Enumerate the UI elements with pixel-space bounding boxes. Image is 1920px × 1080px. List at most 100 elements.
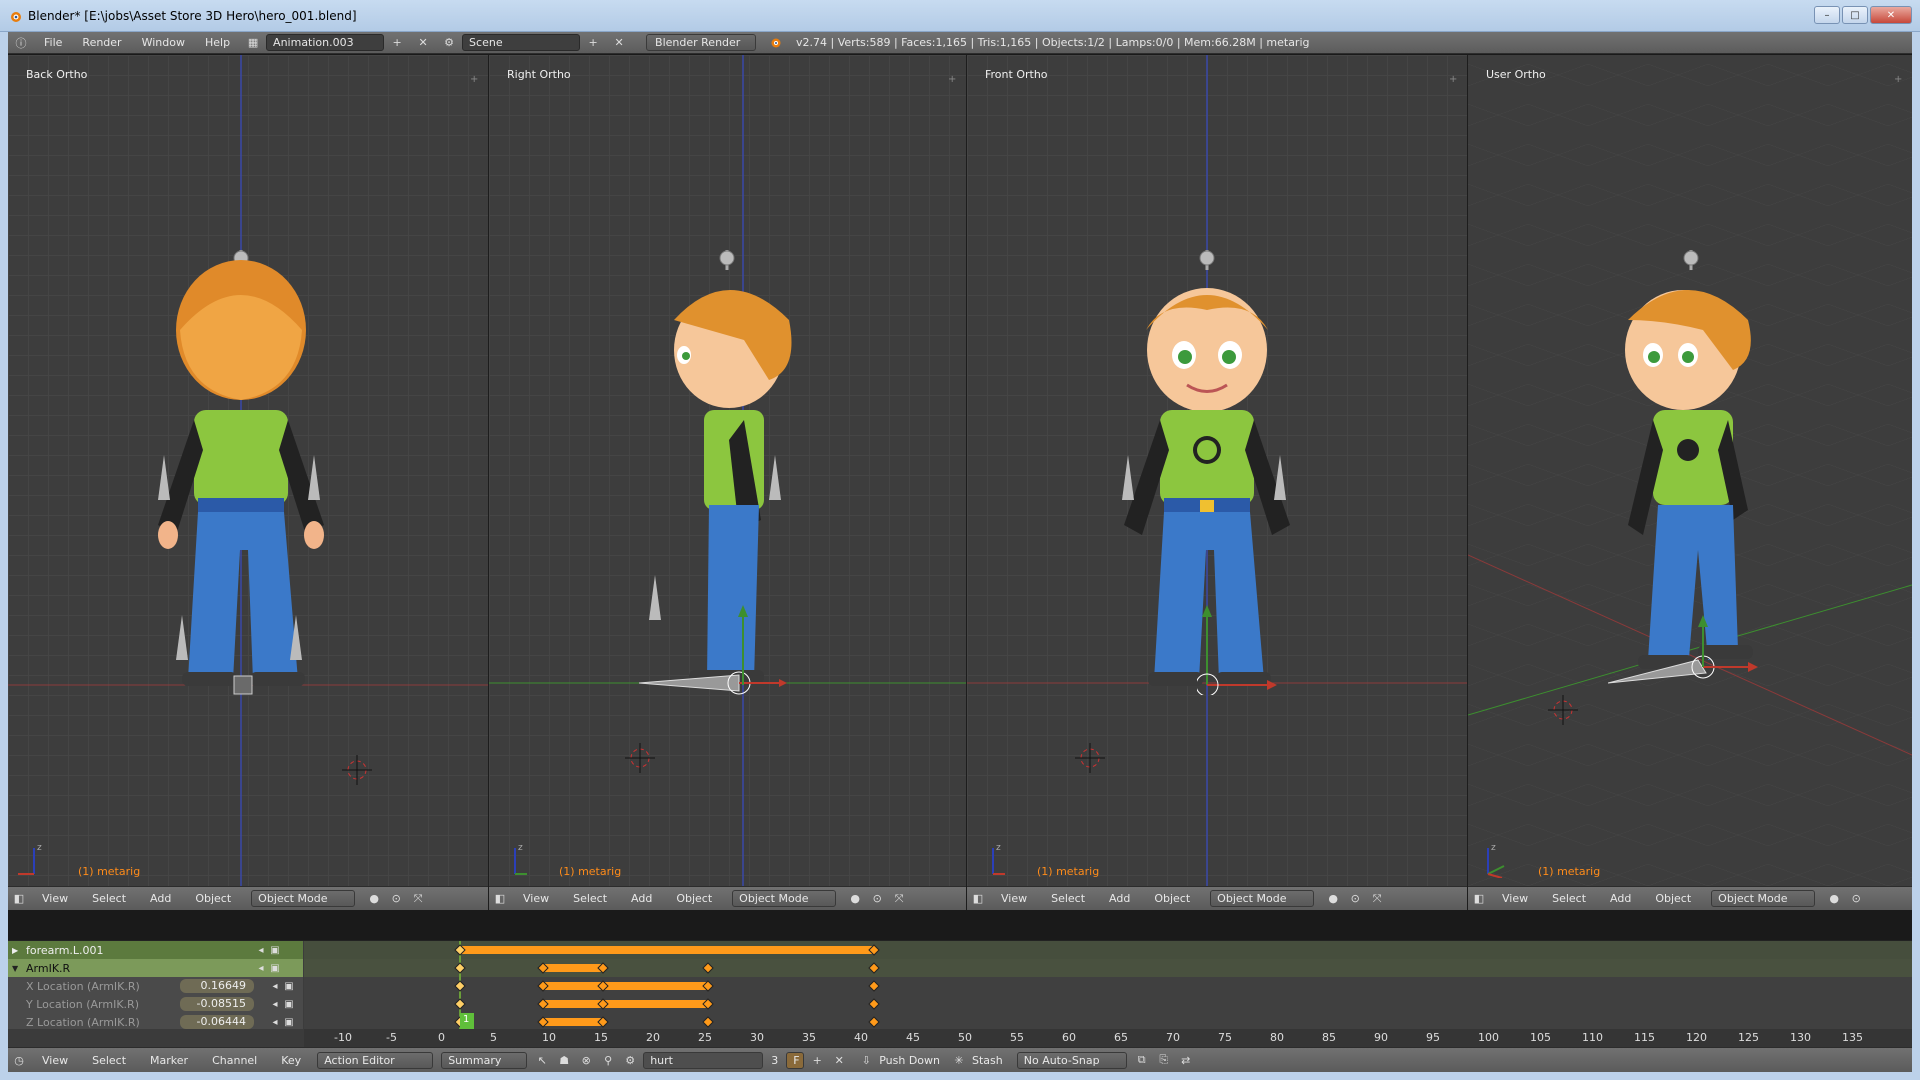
lock-icon[interactable]: ▣: [282, 999, 296, 1010]
channel-group-row[interactable]: ▼ ArmIK.R ◂ ▣: [8, 959, 303, 977]
mute-icon[interactable]: ◂: [268, 999, 282, 1010]
mode-dropdown[interactable]: Object Mode: [732, 890, 837, 907]
scene-field[interactable]: Scene: [462, 34, 581, 51]
menu-add[interactable]: Add: [1097, 892, 1142, 905]
viewport-front-ortho[interactable]: Front Ortho + z (1) metarig ◧ View Selec…: [967, 55, 1467, 910]
hero-character-back[interactable]: [158, 250, 328, 690]
scene-icon[interactable]: ⚙: [442, 36, 456, 50]
channel-value-field[interactable]: -0.08515: [180, 997, 254, 1011]
menu-marker[interactable]: Marker: [138, 1054, 200, 1067]
manipulator-icon[interactable]: ⤧: [410, 891, 426, 907]
viewport-shading-icon[interactable]: ●: [1325, 891, 1341, 907]
menu-view[interactable]: View: [511, 892, 561, 905]
paste-keyframes-icon[interactable]: ⎘: [1156, 1052, 1172, 1068]
channel-group-row[interactable]: ▶ forearm.L.001 ◂ ▣: [8, 941, 303, 959]
menu-select[interactable]: Select: [80, 892, 138, 905]
stash-icon[interactable]: ✳: [951, 1052, 967, 1068]
viewport-corner-widget[interactable]: +: [1894, 75, 1904, 85]
add-scene-icon[interactable]: +: [586, 36, 600, 50]
menu-key[interactable]: Key: [269, 1054, 313, 1067]
foot-ik-bone[interactable]: [639, 655, 789, 705]
menu-select[interactable]: Select: [1039, 892, 1097, 905]
viewport-shading-icon[interactable]: ●: [366, 891, 382, 907]
foot-ik-bone[interactable]: [1608, 615, 1768, 695]
stash-button[interactable]: Stash: [970, 1054, 1013, 1067]
new-action-icon[interactable]: +: [809, 1052, 825, 1068]
menu-channel[interactable]: Channel: [200, 1054, 269, 1067]
add-screen-icon[interactable]: +: [390, 36, 404, 50]
menu-object[interactable]: Object: [1142, 892, 1202, 905]
translate-gizmo-y[interactable]: [735, 605, 751, 685]
pivot-point-icon[interactable]: ⊙: [869, 891, 885, 907]
menu-help[interactable]: Help: [195, 32, 240, 54]
only-selected-icon[interactable]: ↖: [534, 1052, 550, 1068]
auto-snap-dropdown[interactable]: No Auto-Snap: [1016, 1051, 1127, 1069]
copy-keyframes-icon[interactable]: ⧉: [1134, 1052, 1150, 1068]
mode-dropdown[interactable]: Object Mode: [251, 890, 356, 907]
paste-flipped-icon[interactable]: ⇄: [1178, 1052, 1194, 1068]
collapse-triangle-icon[interactable]: ▼: [12, 964, 18, 973]
unlink-action-icon[interactable]: ✕: [831, 1052, 847, 1068]
maximize-button[interactable]: □: [1842, 6, 1868, 24]
manipulator-icon[interactable]: ⤧: [1369, 891, 1385, 907]
menu-add[interactable]: Add: [1598, 892, 1643, 905]
pivot-point-icon[interactable]: ⊙: [1347, 891, 1363, 907]
editor-type-icon[interactable]: ◧: [1471, 891, 1487, 907]
push-down-button[interactable]: Push Down: [877, 1054, 948, 1067]
lock-icon[interactable]: ▣: [268, 963, 282, 974]
manipulator-icon[interactable]: ⤧: [891, 891, 907, 907]
menu-add[interactable]: Add: [619, 892, 664, 905]
menu-object[interactable]: Object: [664, 892, 724, 905]
viewport-shading-icon[interactable]: ●: [847, 891, 863, 907]
menu-view[interactable]: View: [30, 892, 80, 905]
fcurve-channel-row[interactable]: X Location (ArmIK.R) 0.16649 ◂ ▣: [8, 977, 303, 995]
mode-dropdown[interactable]: Object Mode: [1210, 890, 1315, 907]
lock-icon[interactable]: ▣: [268, 945, 282, 956]
viewport-corner-widget[interactable]: +: [948, 75, 958, 85]
viewport-user-ortho[interactable]: User Ortho + z (1) metarig ◧ View Select…: [1468, 55, 1912, 910]
push-down-icon[interactable]: ⇩: [858, 1052, 874, 1068]
dopesheet-keyframe-area[interactable]: 1: [304, 941, 1912, 1029]
screen-layout-icon[interactable]: ▦: [246, 36, 260, 50]
viewport-canvas[interactable]: Back Ortho + z (1) metarig: [8, 55, 488, 886]
summary-toggle[interactable]: Summary: [441, 1051, 528, 1069]
action-name-field[interactable]: hurt: [643, 1051, 764, 1069]
editor-type-icon[interactable]: ◧: [11, 891, 27, 907]
channel-value-field[interactable]: -0.06444: [180, 1015, 254, 1029]
viewport-canvas[interactable]: Right Ortho + z (1) metarig: [489, 55, 966, 886]
viewport-canvas[interactable]: User Ortho + z (1) metarig: [1468, 55, 1912, 886]
translate-gizmo[interactable]: [1197, 605, 1277, 695]
editor-mode-dropdown[interactable]: Action Editor: [317, 1051, 434, 1069]
viewport-back-ortho[interactable]: Back Ortho + z (1) metarig ◧ View Select…: [8, 55, 488, 910]
pivot-point-icon[interactable]: ⊙: [388, 891, 404, 907]
show-errors-icon[interactable]: ⊗: [578, 1052, 594, 1068]
menu-select[interactable]: Select: [561, 892, 619, 905]
lock-icon[interactable]: ▣: [282, 1017, 296, 1028]
expand-triangle-icon[interactable]: ▶: [12, 946, 18, 955]
render-engine-dropdown[interactable]: Blender Render: [646, 34, 757, 51]
mute-icon[interactable]: ◂: [268, 981, 282, 992]
menu-select[interactable]: Select: [80, 1054, 138, 1067]
editor-type-icon[interactable]: ◷: [11, 1052, 27, 1068]
hero-character-side[interactable]: [649, 250, 819, 690]
filter-icon[interactable]: ⚲: [600, 1052, 616, 1068]
mode-dropdown[interactable]: Object Mode: [1711, 890, 1816, 907]
mute-icon[interactable]: ◂: [254, 963, 268, 974]
remove-screen-icon[interactable]: ✕: [416, 36, 430, 50]
menu-object[interactable]: Object: [1643, 892, 1703, 905]
menu-view[interactable]: View: [989, 892, 1039, 905]
viewport-corner-widget[interactable]: +: [470, 75, 480, 85]
show-hidden-icon[interactable]: ☗: [556, 1052, 572, 1068]
screen-layout-field[interactable]: Animation.003: [266, 34, 385, 51]
editor-type-icon[interactable]: ◧: [492, 891, 508, 907]
editor-type-icon[interactable]: ◧: [970, 891, 986, 907]
fake-user-toggle[interactable]: F: [786, 1051, 805, 1069]
menu-file[interactable]: File: [34, 32, 72, 54]
action-browse-icon[interactable]: ⚙: [622, 1052, 638, 1068]
viewport-canvas[interactable]: Front Ortho + z (1) metarig: [967, 55, 1467, 886]
lock-icon[interactable]: ▣: [282, 981, 296, 992]
remove-scene-icon[interactable]: ✕: [612, 36, 626, 50]
menu-render[interactable]: Render: [72, 32, 131, 54]
frame-ruler[interactable]: -10 -5 0 5 10 15 20 25 30 35 40 45 50 55…: [304, 1029, 1912, 1047]
menu-view[interactable]: View: [1490, 892, 1540, 905]
